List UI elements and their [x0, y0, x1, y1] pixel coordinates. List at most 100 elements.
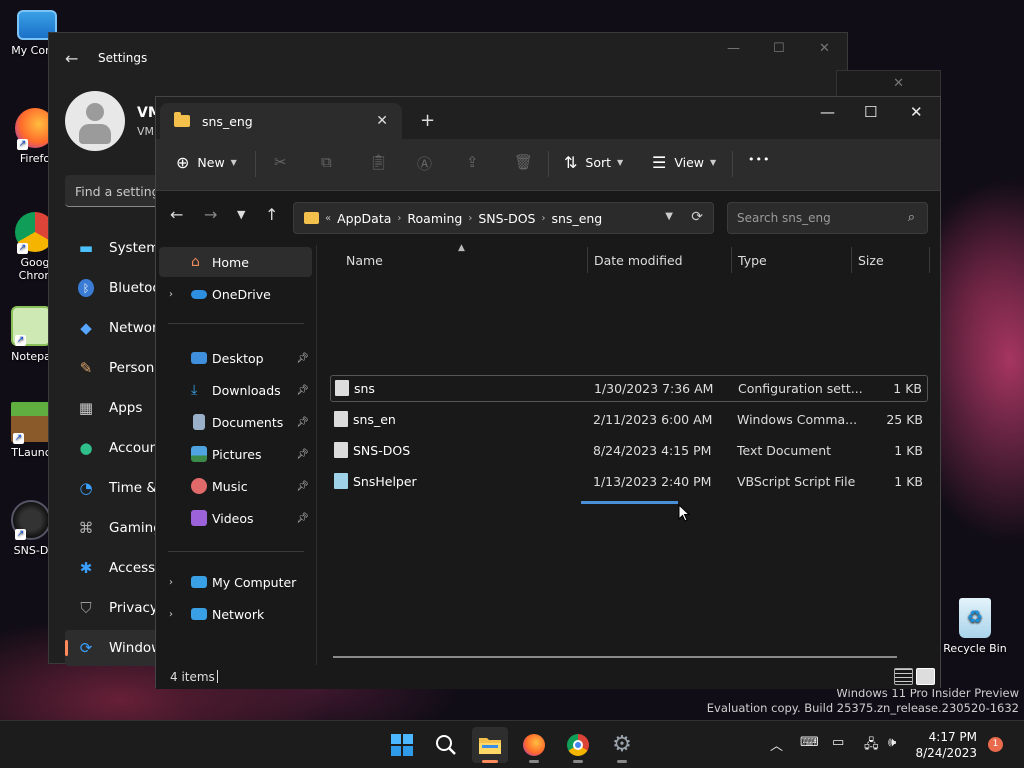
forward-arrow-icon[interactable]: →: [204, 205, 217, 224]
close-icon[interactable]: ✕: [893, 76, 904, 91]
view-icon: ☰: [652, 153, 667, 172]
chevron-right-icon[interactable]: ›: [169, 289, 173, 300]
nav-home[interactable]: ⌂ Home: [159, 247, 312, 277]
chevron-right-icon[interactable]: ›: [542, 213, 546, 224]
start-button[interactable]: [384, 727, 420, 763]
column-divider[interactable]: [587, 247, 588, 273]
chevron-right-icon[interactable]: ›: [468, 213, 472, 224]
file-row[interactable]: sns 1/30/2023 7:36 AM Configuration sett…: [330, 375, 928, 402]
column-divider[interactable]: [929, 247, 930, 273]
delete-icon[interactable]: 🗑︎: [514, 153, 533, 171]
rename-icon[interactable]: Ⓐ: [417, 153, 432, 174]
up-arrow-icon[interactable]: ↑: [265, 205, 278, 224]
taskbar-firefox[interactable]: [516, 727, 552, 763]
paste-icon[interactable]: 📋︎: [369, 153, 388, 171]
notification-badge[interactable]: 1: [988, 737, 1003, 752]
close-icon[interactable]: ✕: [910, 103, 923, 121]
avatar[interactable]: [65, 91, 125, 151]
more-options-icon[interactable]: •••: [748, 153, 770, 166]
chevron-right-icon[interactable]: ›: [397, 213, 401, 224]
desktop-icon-recycle-bin[interactable]: ♻ Recycle Bin: [940, 598, 1010, 655]
back-arrow-icon[interactable]: ←: [170, 205, 183, 224]
nav-desktop[interactable]: Desktop 📌︎: [159, 343, 312, 373]
close-icon[interactable]: ✕: [819, 41, 830, 56]
file-row[interactable]: SNS-DOS 8/24/2023 4:15 PM Text Document …: [330, 437, 928, 464]
column-divider[interactable]: [731, 247, 732, 273]
search-placeholder: Search sns_eng: [737, 211, 831, 225]
nav-pictures[interactable]: Pictures 📌︎: [159, 439, 312, 469]
column-header-name[interactable]: Name: [346, 253, 383, 268]
search-button[interactable]: [428, 727, 464, 763]
file-name: sns_en: [353, 412, 396, 427]
nav-music[interactable]: Music 📌︎: [159, 471, 312, 501]
breadcrumb-sns-eng[interactable]: sns_eng: [552, 211, 603, 226]
pin-icon[interactable]: 📌︎: [296, 417, 309, 428]
minimize-icon[interactable]: —: [727, 41, 740, 56]
file-size: 1 KB: [894, 443, 923, 458]
recent-locations-chevron-icon[interactable]: ▼: [237, 208, 245, 221]
volume-icon[interactable]: 🕪︎: [888, 735, 896, 750]
nav-label: Pictures: [212, 446, 262, 462]
horizontal-scrollbar[interactable]: [333, 656, 897, 658]
taskbar-chrome[interactable]: [560, 727, 596, 763]
file-row[interactable]: sns_en 2/11/2023 6:00 AM Windows Comma..…: [330, 406, 928, 433]
breadcrumb-appdata[interactable]: AppData: [337, 211, 391, 226]
show-hidden-icons-chevron-icon[interactable]: ︿: [770, 735, 783, 754]
pin-icon[interactable]: 📌︎: [296, 449, 309, 460]
clock[interactable]: 4:17 PM 8/24/2023: [915, 729, 977, 761]
network-tray-icon[interactable]: 🖧︎: [864, 735, 879, 757]
running-indicator: [573, 760, 583, 763]
taskbar-settings[interactable]: ⚙: [604, 727, 640, 763]
view-button[interactable]: ☰ View ▼: [652, 153, 716, 172]
display-icon[interactable]: ▭: [832, 735, 844, 750]
maximize-icon[interactable]: ☐: [864, 103, 877, 121]
file-explorer-window[interactable]: sns_eng ✕ + — ☐ ✕ ⊕ New ▼ ✂ ⧉ 📋︎ Ⓐ ⇪ 🗑︎ …: [155, 96, 941, 689]
details-view-icon[interactable]: [894, 668, 913, 685]
file-date: 1/13/2023 2:40 PM: [593, 474, 712, 489]
sort-button[interactable]: ⇅ Sort ▼: [564, 153, 623, 172]
drag-selection-indicator: [581, 501, 678, 504]
file-row[interactable]: SnsHelper 1/13/2023 2:40 PM VBScript Scr…: [330, 468, 928, 495]
refresh-icon[interactable]: ⟳: [691, 209, 703, 225]
chevron-right-icon[interactable]: ›: [169, 609, 173, 620]
search-input[interactable]: Search sns_eng ⌕: [727, 202, 928, 234]
pin-icon[interactable]: 📌︎: [296, 385, 309, 396]
nav-onedrive[interactable]: › OneDrive: [159, 279, 312, 309]
share-icon[interactable]: ⇪: [466, 153, 479, 171]
apps-icon: ▦: [78, 399, 94, 417]
pin-icon[interactable]: 📌︎: [296, 513, 309, 524]
column-header-date[interactable]: Date modified: [594, 253, 683, 268]
maximize-icon[interactable]: ☐: [773, 41, 785, 56]
back-arrow-icon[interactable]: ←: [65, 49, 78, 68]
new-tab-icon[interactable]: +: [420, 110, 435, 131]
chevron-right-icon[interactable]: ›: [169, 577, 173, 588]
pin-icon[interactable]: 📌︎: [296, 353, 309, 364]
copy-icon[interactable]: ⧉: [321, 153, 332, 171]
address-bar[interactable]: « AppData › Roaming › SNS-DOS › sns_eng …: [293, 202, 714, 234]
column-header-size[interactable]: Size: [858, 253, 884, 268]
background-window[interactable]: ✕: [836, 70, 941, 98]
nav-videos[interactable]: Videos 📌︎: [159, 503, 312, 533]
nav-label: My Computer: [212, 574, 297, 590]
settings-titlebar[interactable]: ← Settings — ☐ ✕: [49, 33, 847, 83]
pin-icon[interactable]: 📌︎: [296, 481, 309, 492]
overflow-chevron[interactable]: «: [325, 213, 331, 224]
nav-documents[interactable]: Documents 📌︎: [159, 407, 312, 437]
chevron-down-icon[interactable]: ▼: [665, 211, 673, 222]
tab-sns-eng[interactable]: sns_eng ✕: [160, 103, 402, 139]
cut-icon[interactable]: ✂: [274, 153, 287, 171]
breadcrumb-sns-dos[interactable]: SNS-DOS: [478, 211, 535, 226]
tab-bar[interactable]: sns_eng ✕ + — ☐ ✕: [156, 97, 940, 139]
nav-network[interactable]: › Network: [159, 599, 312, 629]
keyboard-icon[interactable]: ⌨: [800, 735, 819, 750]
column-divider[interactable]: [851, 247, 852, 273]
column-header-type[interactable]: Type: [738, 253, 767, 268]
minimize-icon[interactable]: —: [820, 103, 835, 121]
taskbar-file-explorer[interactable]: [472, 727, 508, 763]
close-tab-icon[interactable]: ✕: [376, 113, 388, 129]
tiles-view-icon[interactable]: [916, 668, 935, 685]
breadcrumb-roaming[interactable]: Roaming: [407, 211, 462, 226]
nav-downloads[interactable]: ⤓ Downloads 📌︎: [159, 375, 312, 405]
nav-my-computer[interactable]: › My Computer: [159, 567, 312, 597]
new-button[interactable]: ⊕ New ▼: [176, 153, 237, 172]
